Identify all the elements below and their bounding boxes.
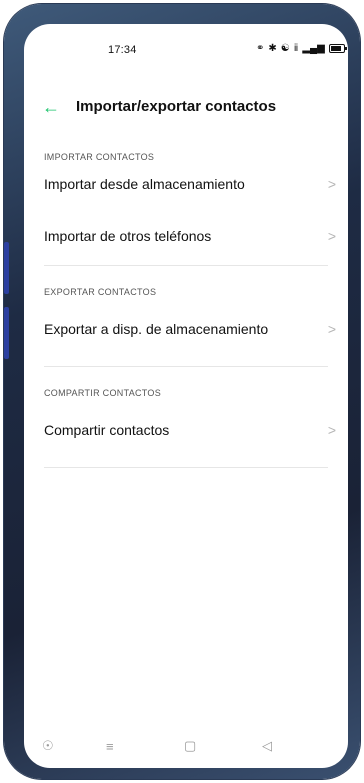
navigation-bar: ☉ ≡ ▢ ◁ xyxy=(24,728,348,768)
volume-down-button xyxy=(4,307,9,359)
menu-icon[interactable]: ≡ xyxy=(106,739,114,754)
section-label-compartir: COMPARTIR CONTACTOS xyxy=(44,388,162,398)
page-title: Importar/exportar contactos xyxy=(76,98,277,115)
chevron-right-icon: > xyxy=(327,176,336,192)
list-item-compartir-contactos[interactable]: Compartir contactos > xyxy=(24,414,348,450)
signal-icon: ▂▄▆ xyxy=(302,43,325,54)
app-header: ← Importar/exportar contactos xyxy=(24,96,348,126)
alarm-icon: ⚭ xyxy=(256,43,265,54)
arrow-left-icon[interactable]: ← xyxy=(42,96,60,118)
chevron-right-icon: > xyxy=(327,321,336,337)
list-item-label: Importar de otros teléfonos xyxy=(44,228,212,244)
divider xyxy=(44,366,328,367)
list-item-label: Exportar a disp. de almacenamiento xyxy=(44,321,269,337)
battery-icon xyxy=(328,44,347,53)
list-item-label: Compartir contactos xyxy=(44,422,170,438)
wifi-icon: ☯ xyxy=(280,43,290,54)
phone-frame: 17:34 ⚭ ✱ ☯ ⅱ ▂▄▆ ← Importar/exportar co… xyxy=(4,4,360,779)
back-icon[interactable]: ◁ xyxy=(262,738,272,754)
list-item-exportar-almacenamiento[interactable]: Exportar a disp. de almacenamiento > xyxy=(24,313,348,349)
home-icon[interactable]: ▢ xyxy=(184,738,196,754)
screen: 17:34 ⚭ ✱ ☯ ⅱ ▂▄▆ ← Importar/exportar co… xyxy=(24,24,348,768)
list-item-label: Importar desde almacenamiento xyxy=(44,176,245,192)
status-icons: ⚭ ✱ ☯ ⅱ ▂▄▆ xyxy=(256,43,347,54)
list-item-importar-almacenamiento[interactable]: Importar desde almacenamiento > xyxy=(24,168,348,204)
volume-up-button xyxy=(4,242,9,294)
volte-icon: ⅱ xyxy=(293,43,299,54)
status-bar: 17:34 ⚭ ✱ ☯ ⅱ ▂▄▆ xyxy=(24,24,348,78)
status-time: 17:34 xyxy=(108,44,137,56)
section-label-importar: IMPORTAR CONTACTOS xyxy=(44,152,155,162)
divider xyxy=(44,265,328,266)
list-item-importar-otros-telefonos[interactable]: Importar de otros teléfonos > xyxy=(24,220,348,256)
chevron-right-icon: > xyxy=(327,228,336,244)
section-label-exportar: EXPORTAR CONTACTOS xyxy=(44,287,157,297)
chevron-right-icon: > xyxy=(327,422,336,438)
bluetooth-icon: ✱ xyxy=(268,43,277,54)
divider xyxy=(44,467,328,468)
accessibility-icon[interactable]: ☉ xyxy=(42,738,54,754)
